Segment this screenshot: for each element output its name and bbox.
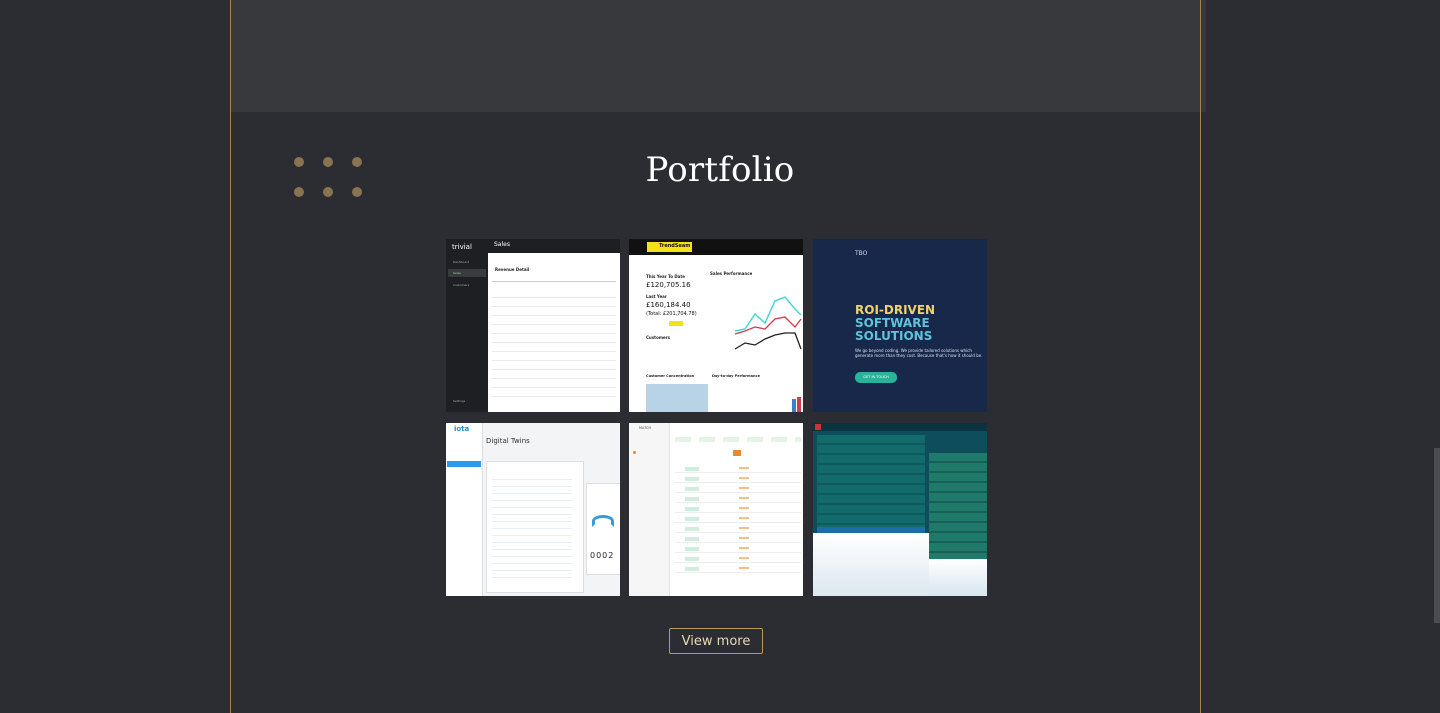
tile-headline: SOLUTIONS <box>855 330 933 343</box>
portfolio-tile-iota[interactable]: iota Digital Twins 0002 <box>446 423 620 596</box>
tile-sidebar <box>629 423 670 596</box>
tile-brand: iota <box>454 425 470 433</box>
tile-side-lower <box>929 559 987 596</box>
tile-kpi-label: Last Year <box>646 294 667 299</box>
tile-nav-item: Customers <box>453 283 470 287</box>
tile-nav-item: Sales <box>453 271 461 275</box>
tile-action <box>733 450 741 456</box>
section-title: Portfolio <box>645 150 795 190</box>
tile-lower-panel <box>813 533 929 596</box>
tile-nav-item: Dashboard <box>453 260 470 264</box>
tile-kpi-value: £160,184.40 <box>646 301 691 309</box>
tile-brand: TrendSeam <box>659 243 691 249</box>
tile-nav-dot <box>633 451 636 454</box>
view-more-button[interactable]: View more <box>669 628 763 654</box>
portfolio-grid: trivial Dashboard Sales Customers Settin… <box>446 239 987 597</box>
tile-subheading: Revenue Detail <box>495 267 530 272</box>
portfolio-tile-trivial[interactable]: trivial Dashboard Sales Customers Settin… <box>446 239 620 412</box>
tile-counter: 0002 <box>590 551 615 560</box>
tile-panel-label: Customers <box>646 335 671 340</box>
tile-status-column <box>685 467 699 577</box>
scrollbar-thumb[interactable] <box>1434 448 1440 623</box>
portfolio-tile-tbo[interactable]: TBO ROI-DRIVEN SOFTWARE SOLUTIONS We go … <box>813 239 987 412</box>
tile-headline: ROI-DRIVEN <box>855 304 936 317</box>
portfolio-tile-trendseam[interactable]: TrendSeam This Year To Date £120,705.16 … <box>629 239 803 412</box>
tile-nav-active <box>447 461 481 467</box>
scrollbar[interactable] <box>1432 0 1440 713</box>
tile-kpi-total: (Total: £201,704.78) <box>646 311 697 317</box>
tile-orange-column <box>739 467 749 577</box>
tile-heading: Sales <box>494 241 510 248</box>
tile-filters <box>675 437 801 442</box>
portfolio-tile-match[interactable]: MATCH <box>629 423 803 596</box>
tile-sidebar <box>446 239 488 412</box>
tile-table <box>492 289 616 399</box>
gauge-icon <box>592 515 614 527</box>
tile-tree-rows <box>492 473 572 583</box>
tile-kpi-value: £120,705.16 <box>646 281 691 289</box>
tile-heading: Digital Twins <box>486 437 530 445</box>
tile-kpi-label: This Year To Date <box>646 274 686 279</box>
tile-panel-label: Sales Performance <box>710 271 753 276</box>
tile-panel-label: Customer Concentration <box>646 374 695 378</box>
tile-nav-item: Settings <box>453 399 466 403</box>
portfolio-tile-trading[interactable] <box>813 423 987 596</box>
tile-body: We go beyond coding. We provide tailored… <box>855 348 983 358</box>
tile-grid <box>817 435 925 527</box>
tile-logo <box>815 424 821 430</box>
tile-brand: MATCH <box>639 426 652 430</box>
tile-cta: GET IN TOUCH <box>855 372 897 383</box>
tile-bar <box>792 399 796 412</box>
tile-chip <box>669 321 683 326</box>
tile-panel-label: Day-to-day Performance <box>712 374 760 378</box>
tile-sidebar <box>446 423 483 596</box>
tile-line-chart <box>734 296 802 350</box>
tile-map <box>646 384 708 412</box>
tile-bar <box>797 397 801 412</box>
tile-brand: TBO <box>855 250 868 257</box>
tile-topbar <box>813 423 987 431</box>
tile-divider <box>492 281 616 282</box>
tile-brand: trivial <box>452 243 472 251</box>
tile-panel <box>586 483 620 575</box>
tile-headline: SOFTWARE <box>855 317 930 330</box>
